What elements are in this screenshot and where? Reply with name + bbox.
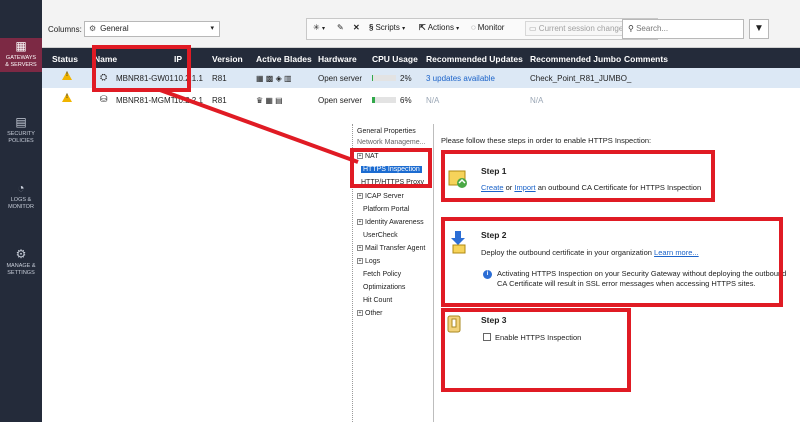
annotation-arrow: [159, 88, 359, 164]
